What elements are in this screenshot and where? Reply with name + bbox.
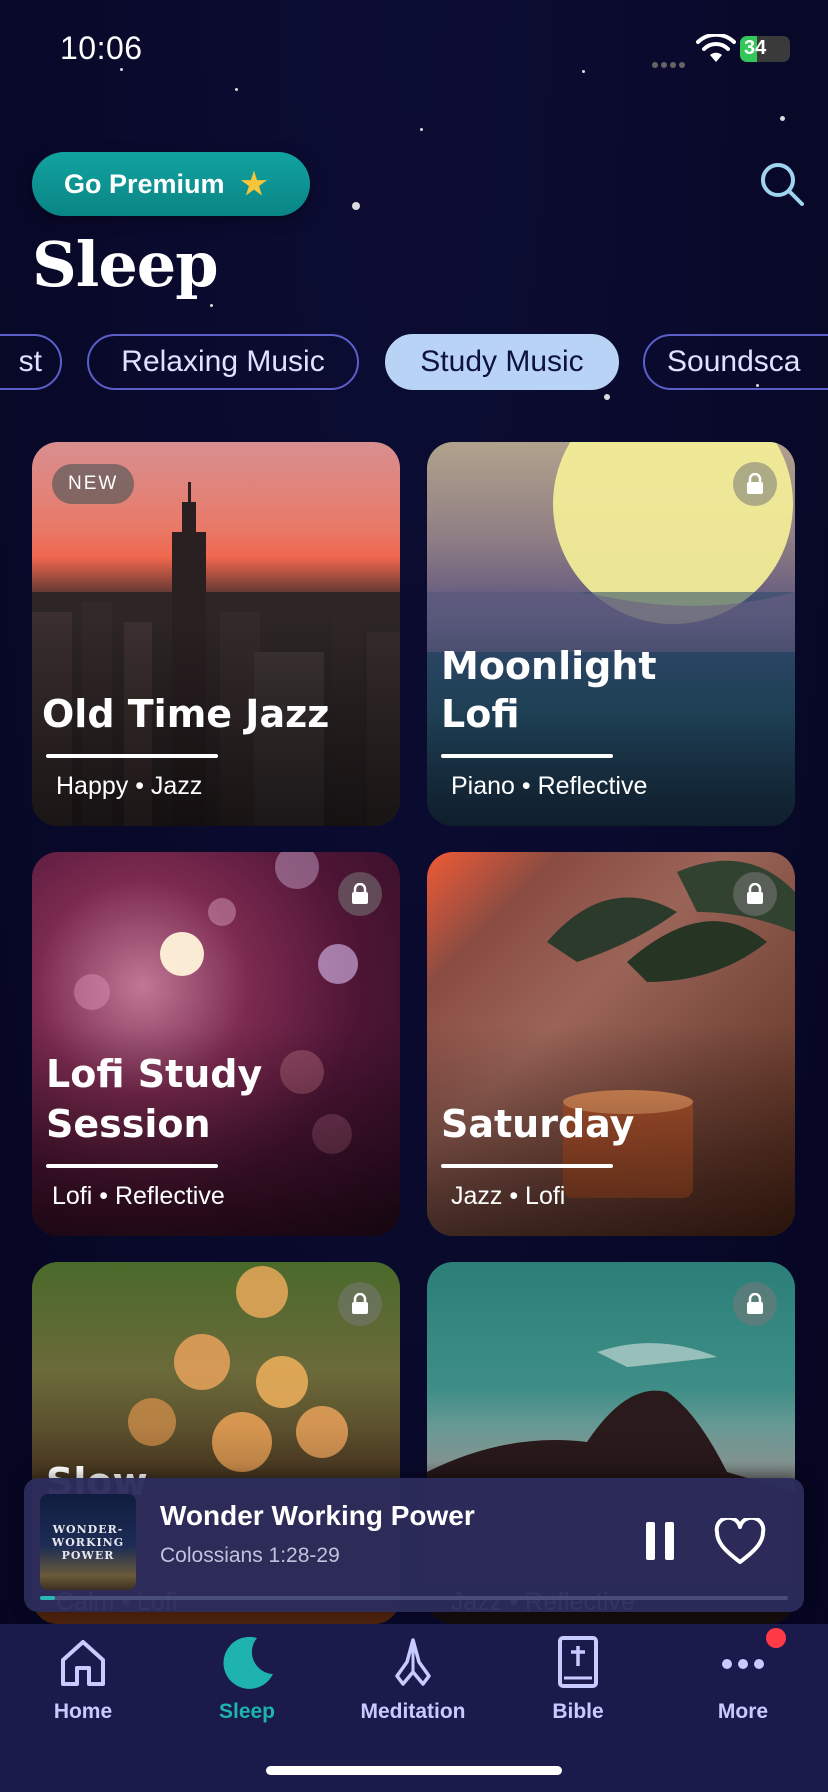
lock-icon: [733, 872, 777, 916]
more-dots-icon: [722, 1659, 764, 1669]
card-moonlight-lofi[interactable]: Moonlight Lofi Piano • Reflective: [427, 442, 795, 826]
chip-label: Soundsca: [667, 345, 801, 378]
player-subtitle: Colossians 1:28-29: [160, 1544, 340, 1567]
player-title: Wonder Working Power: [160, 1500, 475, 1531]
star: [352, 202, 360, 210]
chip-label: Study Music: [420, 345, 584, 378]
tab-label: More: [717, 1700, 769, 1723]
card-title-line1: Moonlight: [441, 644, 657, 688]
chip-soundscapes[interactable]: Soundsca: [643, 334, 828, 390]
card-tags: Lofi • Reflective: [52, 1182, 225, 1210]
card-title-line1: Lofi Study: [46, 1052, 263, 1096]
chip-study-music[interactable]: Study Music: [385, 334, 619, 390]
card-tags: Happy • Jazz: [56, 772, 203, 800]
tab-meditation[interactable]: Meditation: [338, 1632, 488, 1724]
page-title: Sleep: [32, 228, 219, 301]
tab-bible[interactable]: Bible: [503, 1632, 653, 1724]
lock-icon: [338, 872, 382, 916]
card-saturday[interactable]: Saturday Jazz • Lofi: [427, 852, 795, 1236]
mini-player[interactable]: WONDER- WORKING POWER Wonder Working Pow…: [24, 1478, 804, 1612]
tab-label: Meditation: [360, 1700, 466, 1723]
tab-label: Sleep: [218, 1700, 276, 1723]
go-premium-label: Go Premium: [64, 168, 225, 199]
album-art-text: WONDER-: [52, 1522, 124, 1536]
battery-icon: 34: [740, 36, 790, 62]
card-old-time-jazz[interactable]: NEW Old Time Jazz Happy • Jazz: [32, 442, 400, 826]
cellular-signal-icon: [652, 53, 692, 68]
chip-partial-left[interactable]: st: [0, 334, 62, 390]
tab-label: Bible: [552, 1700, 604, 1723]
moon-icon: [223, 1636, 273, 1689]
star: [780, 116, 785, 121]
star: [420, 128, 423, 131]
album-art: WONDER- WORKING POWER: [40, 1494, 136, 1590]
search-icon[interactable]: [758, 160, 806, 208]
card-tags: Piano • Reflective: [451, 772, 648, 800]
tab-home[interactable]: Home: [8, 1632, 158, 1724]
battery-level: 34: [744, 37, 767, 59]
notification-dot: [766, 1628, 786, 1648]
lock-icon: [733, 1282, 777, 1326]
card-title: Old Time Jazz: [42, 692, 330, 736]
home-indicator[interactable]: [266, 1766, 562, 1775]
card-tags: Jazz • Lofi: [451, 1182, 566, 1210]
pause-icon[interactable]: [644, 1520, 676, 1562]
card-underline: [46, 1164, 218, 1168]
lock-icon: [338, 1282, 382, 1326]
card-title: Saturday: [441, 1102, 635, 1146]
player-progress-fill: [40, 1596, 55, 1600]
chip-label: Relaxing Music: [121, 345, 325, 378]
status-time: 10:06: [60, 30, 143, 66]
card-underline: [46, 754, 218, 758]
chip-label: st: [18, 345, 42, 378]
card-underline: [441, 1164, 613, 1168]
star: [210, 304, 213, 307]
card-title-line2: Lofi: [441, 692, 520, 736]
praying-hands-icon: [395, 1638, 431, 1686]
category-chips: st Relaxing Music Study Music Soundsca: [0, 334, 828, 394]
chip-relaxing-music[interactable]: Relaxing Music: [87, 334, 359, 390]
tab-sleep[interactable]: Sleep: [172, 1632, 322, 1724]
card-title-line2: Session: [46, 1102, 211, 1146]
player-progress-bar[interactable]: [40, 1596, 788, 1600]
card-lofi-study-session[interactable]: Lofi Study Session Lofi • Reflective: [32, 852, 400, 1236]
wifi-icon: [696, 34, 736, 62]
house-icon: [61, 1640, 105, 1686]
card-underline: [441, 754, 613, 758]
heart-icon[interactable]: [714, 1518, 766, 1566]
star-icon: ★: [240, 167, 268, 201]
lock-icon: [733, 462, 777, 506]
tab-more[interactable]: More: [668, 1632, 818, 1724]
go-premium-button[interactable]: Go Premium ★: [32, 152, 310, 216]
status-bar: 10:06 34: [0, 0, 828, 100]
star: [604, 394, 610, 400]
album-art-text: WORKING: [51, 1535, 125, 1549]
tab-label: Home: [53, 1700, 113, 1723]
new-badge: NEW: [52, 464, 135, 504]
album-art-text: POWER: [61, 1548, 115, 1562]
bible-icon: [558, 1636, 598, 1688]
